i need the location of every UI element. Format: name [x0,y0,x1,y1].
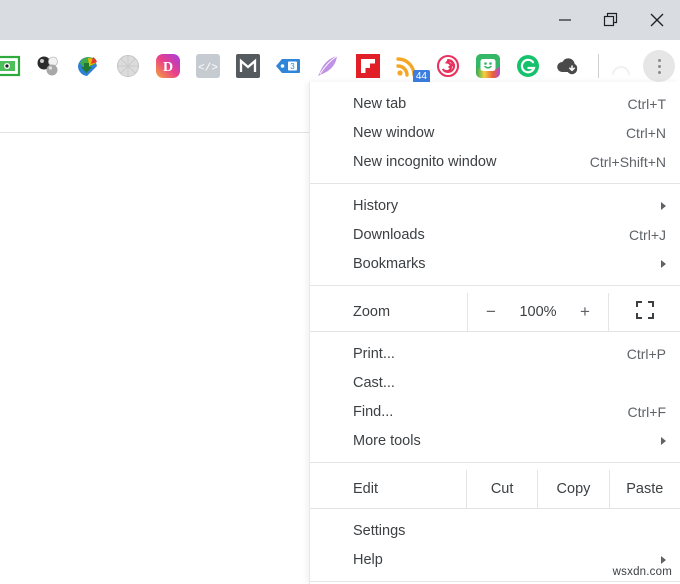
toolbar-separator [598,54,599,78]
edit-label: Edit [353,481,378,497]
menu-item-downloads[interactable]: Downloads Ctrl+J [310,220,680,249]
menu-item-cast[interactable]: Cast... [310,368,680,397]
rss-feed-icon[interactable]: 44 [394,52,430,84]
quill-feather-icon[interactable] [314,52,342,80]
menu-item-history[interactable]: History [310,191,680,220]
window-restore-button[interactable] [588,0,634,40]
menu-dot [657,70,661,74]
svg-text:3: 3 [290,62,295,71]
zoom-controls: − 100% + [467,293,609,331]
grammarly-icon[interactable] [514,52,542,80]
chevron-right-icon [661,259,666,268]
molecule-spheres-icon[interactable] [34,52,62,80]
menu-item-new-incognito-window[interactable]: New incognito window Ctrl+Shift+N [310,147,680,176]
menu-separator [310,508,680,509]
flipboard-icon[interactable] [354,52,382,80]
window-title-bar [0,0,680,40]
menu-item-shortcut: Ctrl+P [626,345,666,362]
menu-item-label: Downloads [353,226,425,243]
menu-separator [310,462,680,463]
fullscreen-button[interactable] [609,293,680,331]
restore-icon [603,12,619,28]
profile-avatar[interactable] [607,52,635,80]
menu-item-new-tab[interactable]: New tab Ctrl+T [310,89,680,118]
menu-item-more-tools[interactable]: More tools [310,426,680,455]
zoom-label: Zoom [353,304,391,320]
green-smiley-icon[interactable] [474,52,502,80]
svg-text:D: D [163,60,173,75]
menu-item-label: Help [353,551,383,568]
zoom-out-button[interactable]: − [483,302,499,322]
watermark: wsxdn.com [612,566,672,578]
code-brackets-icon[interactable]: </> [194,52,222,80]
zoom-in-button[interactable]: + [577,302,593,322]
edit-paste-button[interactable]: Paste [608,470,680,508]
menu-item-shortcut: Ctrl+T [627,95,667,112]
menu-item-label: Print... [353,345,395,362]
fullscreen-icon [635,301,654,323]
idm-download-icon[interactable] [74,52,102,80]
window-minimize-button[interactable] [542,0,588,40]
window-close-button[interactable] [634,0,680,40]
menu-zoom-row: Zoom − 100% + [310,293,680,331]
gmail-m-icon[interactable] [234,52,262,80]
menu-item-bookmarks[interactable]: Bookmarks [310,249,680,278]
menu-separator [310,183,680,184]
menu-item-label: More tools [353,432,421,449]
cloud-download-icon[interactable] [554,52,582,80]
menu-edit-row: Edit Cut Copy Paste [310,470,680,508]
green-frame-icon[interactable] [0,52,22,80]
menu-item-shortcut: Ctrl+F [627,403,667,420]
svg-text:</>: </> [198,63,218,75]
chevron-right-icon [661,201,666,210]
menu-item-shortcut: Ctrl+N [625,124,666,141]
menu-item-shortcut: Ctrl+J [629,226,666,243]
chevron-right-icon [661,555,666,564]
menu-item-label: New incognito window [353,153,497,170]
close-icon [649,12,665,28]
menu-separator [310,331,680,332]
menu-item-label: Find... [353,403,394,420]
menu-item-label: Cast... [353,374,395,391]
menu-dot [657,64,661,68]
menu-item-find[interactable]: Find... Ctrl+F [310,397,680,426]
menu-separator [310,581,680,582]
menu-item-label: Settings [353,522,406,539]
blue-tag-icon[interactable]: 3 [274,52,302,80]
menu-dot [657,58,661,62]
chevron-right-icon [661,436,666,445]
page-content-area [0,133,309,584]
edit-cut-button[interactable]: Cut [465,470,537,508]
edit-copy-button[interactable]: Copy [537,470,608,508]
zoom-level-value: 100% [519,304,557,320]
menu-item-label: Bookmarks [353,255,426,272]
gray-sphere-icon[interactable] [114,52,142,80]
gradient-d-icon[interactable]: D [154,52,182,80]
minimize-icon [558,13,572,27]
menu-item-shortcut: Ctrl+Shift+N [589,153,666,170]
menu-item-label: New window [353,124,435,141]
menu-item-settings[interactable]: Settings [310,516,680,545]
chrome-menu-button[interactable] [643,50,675,82]
chrome-main-menu: New tab Ctrl+T New window Ctrl+N New inc… [309,82,680,584]
spiral-swirl-icon[interactable] [434,52,462,80]
menu-item-label: New tab [353,95,407,112]
menu-item-new-window[interactable]: New window Ctrl+N [310,118,680,147]
menu-item-print[interactable]: Print... Ctrl+P [310,339,680,368]
menu-item-label: History [353,197,399,214]
menu-separator [310,285,680,286]
